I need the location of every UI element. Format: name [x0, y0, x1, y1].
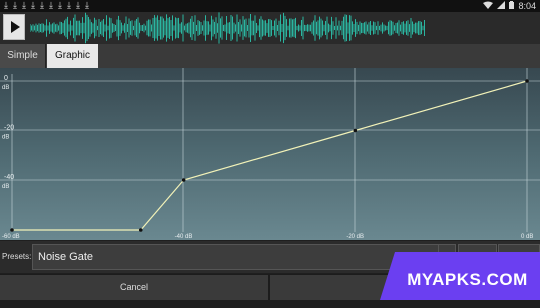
x-tick-label: -20 dB: [346, 234, 364, 240]
cancel-button[interactable]: Cancel: [0, 275, 268, 300]
grid: [0, 68, 540, 232]
y-tick-unit: dB: [2, 184, 9, 190]
play-icon: [10, 21, 20, 33]
x-tick-label: -40 dB: [175, 234, 193, 240]
presets-selected-value: Noise Gate: [38, 251, 94, 263]
download-arrow-icon: ⤓: [40, 0, 44, 10]
status-bar: ⤓ ⤓ ⤓ ⤓ ⤓ ⤓ ⤓ ⤓ ⤓ ⤓ 8:04: [0, 0, 540, 12]
system-status: 8:04: [483, 0, 536, 12]
curve-point[interactable]: [138, 228, 143, 232]
battery-icon: [509, 1, 515, 11]
tab-simple[interactable]: Simple: [0, 44, 46, 68]
y-tick-label: -40: [4, 174, 14, 181]
signal-icon: [497, 1, 506, 11]
waveform-display[interactable]: [30, 12, 540, 44]
curve-point[interactable]: [353, 128, 358, 133]
download-arrow-icon: ⤓: [67, 0, 71, 10]
download-arrow-icon: ⤓: [58, 0, 62, 10]
curve-point[interactable]: [10, 228, 14, 232]
download-arrow-icon: ⤓: [85, 0, 89, 10]
envelope-graph[interactable]: 0 dB -20 dB -40 dB -60 dB -40 dB -20 dB 0 dB: [0, 68, 540, 240]
x-axis-labels: -60 dB -40 dB -20 dB 0 dB: [2, 234, 533, 240]
gate-curve: [12, 80, 528, 231]
clock: 8:04: [518, 1, 536, 11]
tab-bar: Simple Graphic: [0, 44, 540, 68]
watermark-banner: MYAPKS.COM: [395, 252, 540, 300]
y-tick-label: -20: [4, 125, 14, 132]
tab-graphic[interactable]: Graphic: [47, 44, 98, 68]
download-arrow-icon: ⤓: [49, 0, 53, 10]
play-button[interactable]: [3, 14, 25, 40]
presets-label: Presets:: [2, 252, 32, 261]
waveform-toolbar: [0, 12, 540, 44]
wifi-icon: [483, 1, 494, 11]
x-tick-label: -60 dB: [2, 234, 20, 240]
download-arrow-icon: ⤓: [4, 0, 8, 10]
y-tick-label: 0: [4, 75, 8, 82]
curve-point[interactable]: [181, 178, 186, 182]
download-arrow-icon: ⤓: [13, 0, 17, 10]
download-arrow-icon: ⤓: [76, 0, 80, 10]
download-arrow-icon: ⤓: [22, 0, 26, 10]
y-tick-unit: dB: [2, 135, 9, 141]
download-arrow-icon: ⤓: [31, 0, 35, 10]
watermark-notch: [380, 252, 395, 300]
y-axis-labels: 0 dB -20 dB -40 dB: [2, 75, 14, 190]
x-tick-label: 0 dB: [521, 234, 533, 240]
curve-point[interactable]: [525, 79, 529, 83]
y-tick-unit: dB: [2, 85, 9, 91]
